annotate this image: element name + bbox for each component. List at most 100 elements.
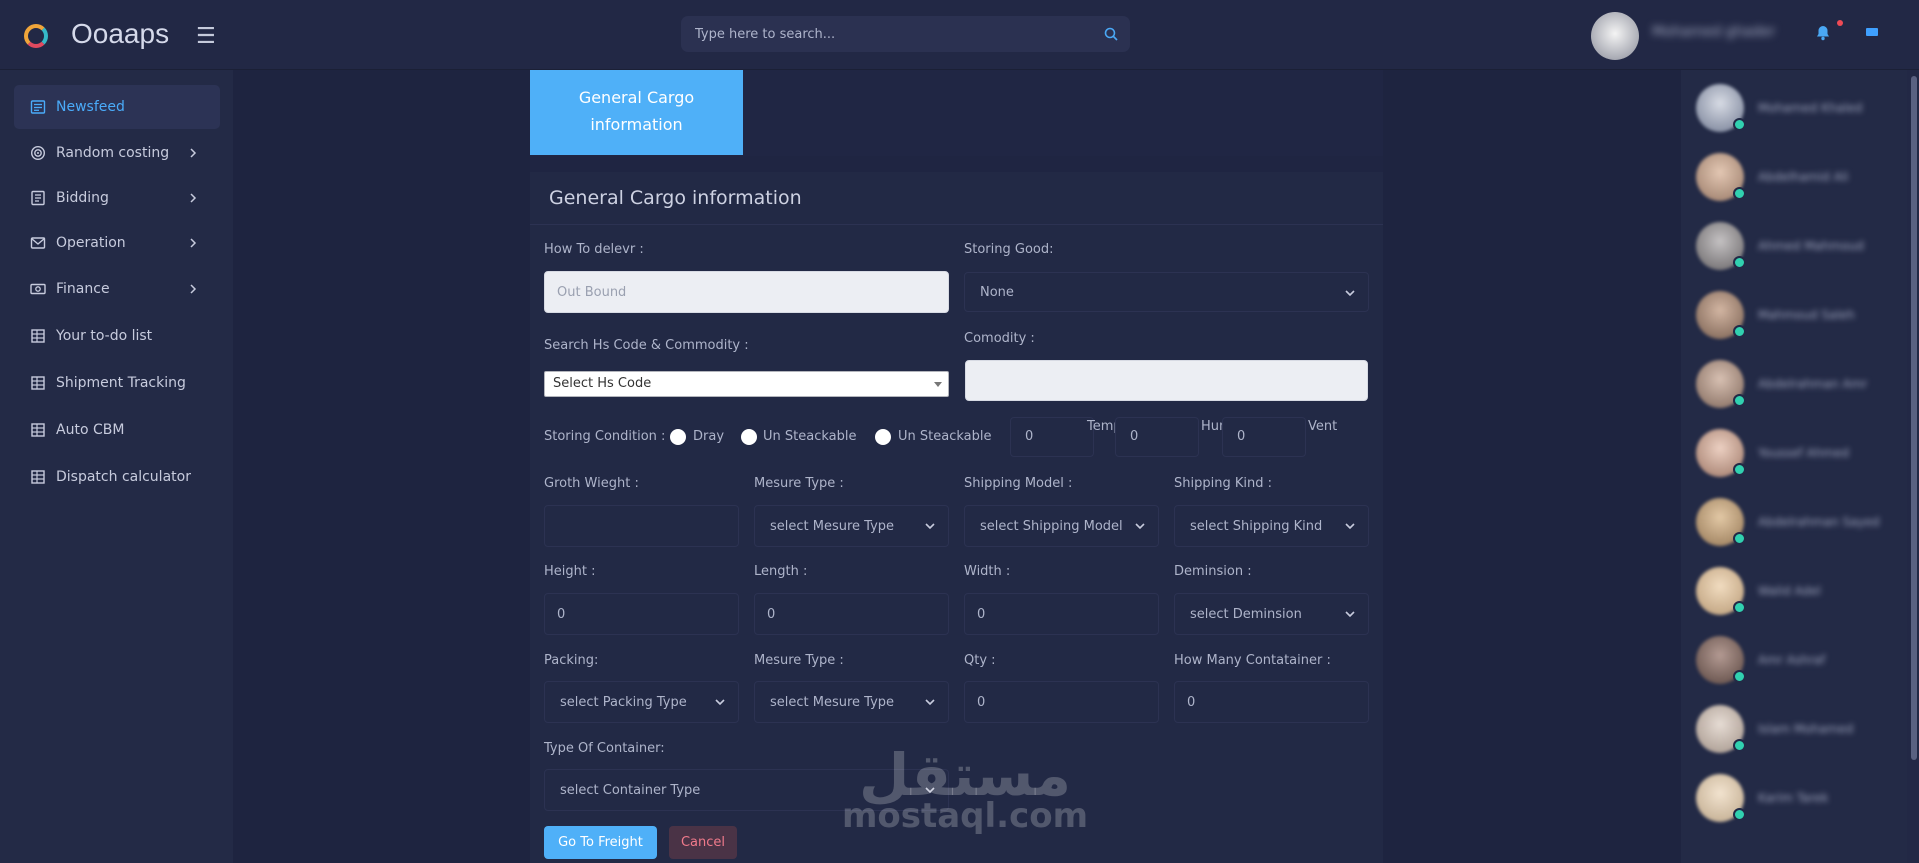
shipping-kind-value: select Shipping Kind	[1190, 518, 1323, 534]
width-input[interactable]: 0	[964, 593, 1159, 635]
contact-item[interactable]: Abdelrahman Sayed	[1696, 498, 1906, 554]
sidebar-item-finance[interactable]: Finance	[14, 267, 220, 311]
contact-name: Abdelrahman Amr	[1758, 377, 1868, 391]
contact-item[interactable]: Mahmoud Saleh	[1696, 291, 1906, 347]
contact-name: Abdelrahman Sayed	[1758, 515, 1880, 529]
contact-name: Abdelhamid Ali	[1758, 170, 1849, 184]
storing-good-select[interactable]: None	[964, 272, 1369, 312]
chevron-right-icon	[190, 148, 197, 158]
temp-input[interactable]: 0	[1010, 417, 1094, 457]
target-icon	[30, 145, 46, 161]
hum-input[interactable]: 0	[1115, 417, 1199, 457]
hs-code-select[interactable]: Select Hs Code	[544, 371, 949, 397]
hs-code-value: Select Hs Code	[553, 376, 652, 391]
measure-type-select[interactable]: select Mesure Type	[754, 505, 949, 547]
sidebar-item-label: Finance	[56, 281, 110, 297]
search-input[interactable]	[681, 16, 1130, 52]
menu-toggle-icon[interactable]: ☰	[196, 24, 216, 49]
sidebar-item-label: Newsfeed	[56, 99, 125, 115]
qty-label: Qty :	[964, 653, 996, 668]
radio-unstackable-2[interactable]	[875, 429, 891, 445]
online-status-icon	[1733, 118, 1746, 131]
shipping-model-label: Shipping Model :	[964, 476, 1073, 491]
building-icon	[31, 423, 45, 437]
divider	[530, 224, 1383, 225]
right-gutter	[1383, 70, 1681, 863]
sidebar-item-todo-list[interactable]: Your to-do list	[14, 314, 220, 358]
sidebar-item-shipment-tracking[interactable]: Shipment Tracking	[14, 361, 220, 405]
hs-code-label: Search Hs Code & Commodity :	[544, 338, 749, 353]
app-name[interactable]: Ooaaps	[71, 18, 169, 50]
sidebar-item-auto-cbm[interactable]: Auto CBM	[14, 408, 220, 452]
sidebar-item-newsfeed[interactable]: Newsfeed	[14, 85, 220, 129]
contact-item[interactable]: Youssef Ahmed	[1696, 429, 1906, 485]
online-status-icon	[1733, 256, 1746, 269]
language-flag-icon[interactable]	[1866, 28, 1878, 36]
notification-bell-icon[interactable]	[1815, 24, 1831, 42]
sidebar-item-dispatch-calculator[interactable]: Dispatch calculator	[14, 455, 220, 499]
contact-item[interactable]: Karim Tarek	[1696, 774, 1906, 830]
dimension-label: Deminsion :	[1174, 564, 1252, 579]
packing-label: Packing:	[544, 653, 599, 668]
width-label: Width :	[964, 564, 1011, 579]
qty-input[interactable]: 0	[964, 681, 1159, 723]
radio-dray-label: Dray	[693, 429, 725, 444]
building-icon	[31, 329, 45, 343]
contact-item[interactable]: Ahmed Mahmoud	[1696, 222, 1906, 278]
cancel-button[interactable]: Cancel	[669, 826, 737, 859]
radio-unstackable-1-label: Un Steackable	[763, 429, 857, 444]
vent-input[interactable]: 0	[1222, 417, 1306, 457]
radio-dray[interactable]	[670, 429, 686, 445]
building-icon	[31, 470, 45, 484]
gross-weight-input[interactable]	[544, 505, 739, 547]
contact-item[interactable]: Mohamed Khaled	[1696, 84, 1906, 140]
measure-type-label: Mesure Type :	[754, 476, 844, 491]
length-input[interactable]: 0	[754, 593, 949, 635]
container-type-label: Type Of Container:	[544, 741, 665, 756]
shipping-model-select[interactable]: select Shipping Model	[964, 505, 1159, 547]
online-status-icon	[1733, 739, 1746, 752]
user-avatar[interactable]	[1591, 12, 1639, 60]
radio-unstackable-2-label: Un Steackable	[898, 429, 992, 444]
contact-item[interactable]: Amr Ashraf	[1696, 636, 1906, 692]
contact-name: Walid Adel	[1758, 584, 1821, 598]
chevron-down-icon	[925, 699, 935, 706]
dimension-select[interactable]: select Deminsion	[1174, 593, 1369, 635]
search-icon[interactable]	[1104, 27, 1118, 41]
dimension-value: select Deminsion	[1190, 606, 1302, 622]
how-to-deliver-input[interactable]: Out Bound	[544, 271, 949, 313]
packing-value: select Packing Type	[560, 694, 687, 710]
contact-item[interactable]: Islam Mohamed	[1696, 705, 1906, 761]
app-logo-icon[interactable]	[24, 24, 48, 48]
packing-select[interactable]: select Packing Type	[544, 681, 739, 723]
chevron-down-icon	[1345, 290, 1355, 297]
top-bar: Ooaaps ☰ Mohamed ghader	[0, 0, 1919, 70]
sidebar-item-bidding[interactable]: Bidding	[14, 176, 220, 220]
commodity-input[interactable]	[965, 360, 1368, 401]
online-status-icon	[1733, 601, 1746, 614]
online-status-icon	[1733, 670, 1746, 683]
online-status-icon	[1733, 394, 1746, 407]
online-status-icon	[1733, 463, 1746, 476]
contact-item[interactable]: Abdelhamid Ali	[1696, 153, 1906, 209]
search-bar[interactable]	[681, 16, 1130, 52]
scrollbar-thumb[interactable]	[1911, 76, 1917, 760]
radio-unstackable-1[interactable]	[741, 429, 757, 445]
sidebar-item-operation[interactable]: Operation	[14, 221, 220, 265]
contact-item[interactable]: Walid Adel	[1696, 567, 1906, 623]
container-type-value: select Container Type	[560, 782, 701, 798]
height-input[interactable]: 0	[544, 593, 739, 635]
containers-input[interactable]: 0	[1174, 681, 1369, 723]
contact-name: Mohamed Khaled	[1758, 101, 1863, 115]
go-to-freight-button[interactable]: Go To Freight	[544, 826, 657, 859]
tab-general-cargo-information[interactable]: General Cargo information	[530, 70, 743, 155]
measure-type-2-select[interactable]: select Mesure Type	[754, 681, 949, 723]
shipping-kind-select[interactable]: select Shipping Kind	[1174, 505, 1369, 547]
user-name[interactable]: Mohamed ghader	[1652, 24, 1775, 40]
sidebar-item-label: Random costing	[56, 145, 170, 161]
contact-name: Islam Mohamed	[1758, 722, 1854, 736]
contact-item[interactable]: Abdelrahman Amr	[1696, 360, 1906, 416]
sidebar-item-random-costing[interactable]: Random costing	[14, 131, 220, 175]
measure-type-2-value: select Mesure Type	[770, 694, 895, 710]
measure-type-2-label: Mesure Type :	[754, 653, 844, 668]
